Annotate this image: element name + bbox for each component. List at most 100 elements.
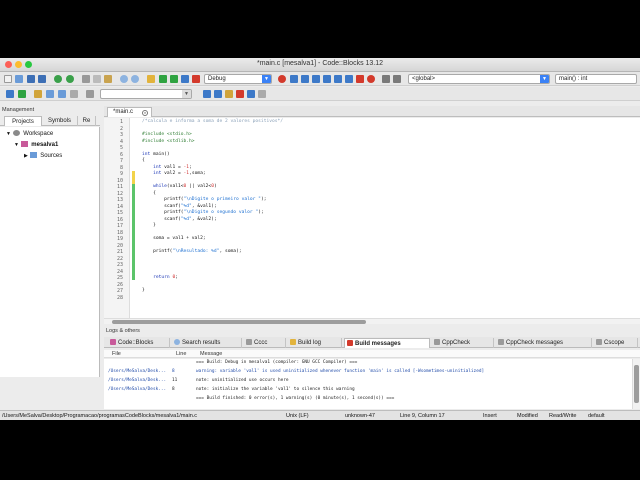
codeblocks-icon (110, 339, 116, 345)
replace-icon[interactable] (131, 75, 139, 83)
run-to-cursor-icon[interactable] (290, 75, 298, 83)
tree-item-sources[interactable]: ▶ Sources (24, 151, 62, 161)
bookmark-icon[interactable] (58, 90, 66, 98)
rebuild-icon[interactable] (181, 75, 189, 83)
scrollbar-thumb[interactable] (112, 320, 366, 324)
scope-value: <global> (412, 76, 436, 82)
tab-projects[interactable]: Projects (4, 116, 42, 126)
clear-highlight-icon[interactable] (236, 90, 244, 98)
column-line[interactable]: Line (176, 350, 186, 358)
code-line-17: } (142, 223, 156, 230)
table-row[interactable]: === Build finished: 0 error(s), 1 warnin… (104, 395, 632, 403)
step-into-icon[interactable] (312, 75, 320, 83)
tab-build-log[interactable]: Build log (288, 338, 342, 348)
editor-horizontal-scrollbar[interactable] (104, 318, 640, 324)
debug-run-icon[interactable] (278, 75, 286, 83)
code-text: , soma); (219, 249, 242, 254)
code-text: ; (175, 275, 179, 280)
table-row[interactable]: === Build: Debug in mesalva1 (compiler: … (104, 359, 632, 367)
tab-symbols[interactable]: Symbols (42, 116, 78, 126)
tab-search-results[interactable]: Search results (172, 338, 242, 348)
tab-cscope[interactable]: Cscope (594, 338, 638, 348)
build-icon (290, 339, 296, 345)
line-number: 28 (116, 294, 123, 301)
tab-codeblocks-log[interactable]: Code::Blocks (108, 338, 170, 348)
next-occurrence-icon[interactable] (214, 90, 222, 98)
table-row[interactable]: /Users/MeSalva/Desk... 8 warning: variable… (104, 368, 632, 376)
match-case-icon[interactable] (247, 90, 255, 98)
scope-select[interactable]: <global> ▼ (408, 74, 550, 84)
next-line-icon[interactable] (301, 75, 309, 83)
scrollbar-thumb[interactable] (634, 365, 639, 403)
new-file-icon[interactable] (4, 75, 12, 83)
code-editor[interactable]: 1 2 3 4 5 6 7 8 9 10 11 12 13 14 15 16 1… (104, 118, 640, 324)
regex-icon[interactable] (258, 90, 266, 98)
tab-cppcheck-messages[interactable]: CppCheck messages (496, 338, 592, 348)
chevron-down-icon: ▼ (262, 75, 271, 83)
cut-icon[interactable] (82, 75, 90, 83)
prev-occurrence-icon[interactable] (203, 90, 211, 98)
debug-info-icon[interactable] (393, 75, 401, 83)
open-file-icon[interactable] (15, 75, 23, 83)
function-value: main() : int (559, 76, 588, 82)
table-row[interactable]: /Users/MeSalva/Desk... 8 note: initialize … (104, 386, 632, 394)
code-text: , &val1); (191, 203, 217, 209)
search-combo[interactable]: ▼ (100, 89, 192, 99)
close-tab-icon[interactable]: × (142, 110, 148, 116)
step-out-icon[interactable] (323, 75, 331, 83)
tab-resources[interactable]: Re (78, 116, 96, 126)
build-and-run-icon[interactable] (170, 75, 178, 83)
code-text: scanf( (142, 216, 181, 222)
tab-cppcheck[interactable]: CppCheck (432, 338, 494, 348)
code-completion-icon[interactable] (34, 90, 42, 98)
tab-cccc[interactable]: Cccc (244, 338, 286, 348)
function-select[interactable]: main() : int (555, 74, 637, 84)
column-message[interactable]: Message (200, 350, 222, 358)
jump-forward-icon[interactable] (18, 90, 26, 98)
tab-main-c-label: *main.c (113, 109, 134, 115)
build-icon[interactable] (147, 75, 155, 83)
copy-icon[interactable] (93, 75, 101, 83)
jump-back-icon[interactable] (6, 90, 14, 98)
code-text: val1 = (161, 164, 184, 170)
save-icon[interactable] (27, 75, 35, 83)
tab-label: CppCheck (442, 340, 471, 346)
code-text: printf( (142, 210, 184, 215)
status-profile: default (588, 413, 605, 419)
step-instruction-icon[interactable] (345, 75, 353, 83)
status-cursor-position: Line 9, Column 17 (400, 413, 445, 419)
debug-windows-icon[interactable] (382, 75, 390, 83)
find-icon[interactable] (120, 75, 128, 83)
abort-icon[interactable] (192, 75, 200, 83)
tab-build-messages[interactable]: Build messages (344, 338, 430, 348)
pause-debugger-icon[interactable] (356, 75, 364, 83)
toggle-comment-icon[interactable] (46, 90, 54, 98)
column-file[interactable]: File (112, 350, 121, 358)
paste-icon[interactable] (104, 75, 112, 83)
status-bar: /Users/MeSalva/Desktop/Programacao/progr… (0, 410, 640, 420)
next-bookmark-icon[interactable] (70, 90, 78, 98)
code-line-25: return 0; (142, 275, 178, 282)
highlight-icon[interactable] (225, 90, 233, 98)
folder-icon (29, 152, 37, 159)
tree-item-workspace[interactable]: ▼ Workspace (6, 129, 53, 139)
table-row[interactable]: /Users/MeSalva/Desk... 11 note: uninitiali… (104, 377, 632, 385)
next-instruction-icon[interactable] (334, 75, 342, 83)
redo-icon[interactable] (66, 75, 74, 83)
logs-vertical-scrollbar[interactable] (632, 359, 640, 409)
code-keyword: int (142, 164, 162, 170)
settings-icon[interactable] (86, 90, 94, 98)
undo-icon[interactable] (54, 75, 62, 83)
code-preprocessor: #include (142, 138, 167, 144)
chevron-down-icon: ▼ (540, 75, 549, 83)
build-target-select[interactable]: Debug ▼ (204, 74, 272, 84)
tree-item-project[interactable]: ▼ mesalva1 (14, 140, 58, 150)
code-text: , &val2); (191, 216, 217, 222)
save-all-icon[interactable] (38, 75, 46, 83)
code-string: "\nResultado: %d" (172, 249, 220, 254)
tab-main-c[interactable]: *main.c × (107, 107, 152, 117)
stop-debugger-icon[interactable] (367, 75, 375, 83)
code-line-9: int val2 = -1,soma; (142, 171, 206, 178)
main-toolbar: Debug ▼ <global> ▼ main() : int (0, 72, 640, 86)
run-icon[interactable] (159, 75, 167, 83)
